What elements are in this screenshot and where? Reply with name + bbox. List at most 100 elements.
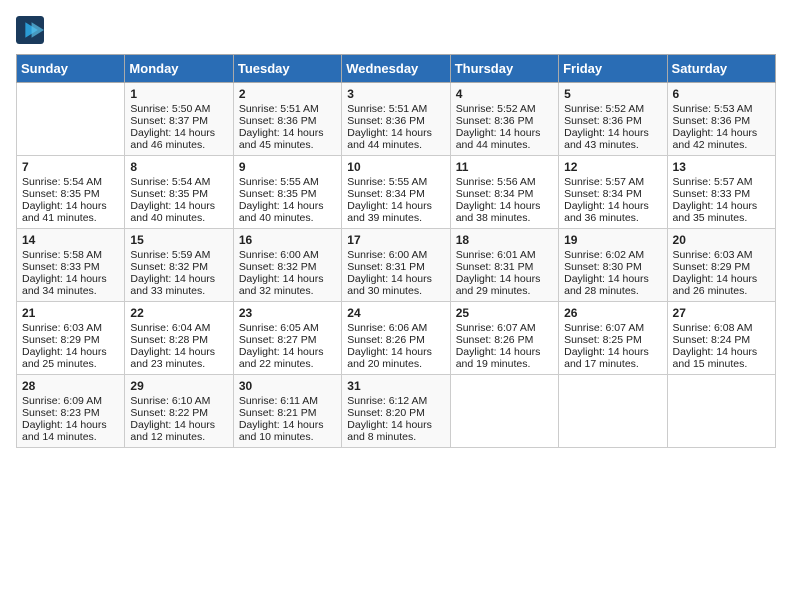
day-number: 17 [347, 233, 444, 247]
day-info: Daylight: 14 hours [456, 127, 553, 139]
day-info: Sunrise: 6:09 AM [22, 395, 119, 407]
header-day-saturday: Saturday [667, 55, 775, 83]
day-info: Sunset: 8:24 PM [673, 334, 770, 346]
logo [16, 16, 48, 44]
day-info: and 28 minutes. [564, 285, 661, 297]
day-number: 27 [673, 306, 770, 320]
day-info: Sunrise: 6:08 AM [673, 322, 770, 334]
calendar-cell: 29Sunrise: 6:10 AMSunset: 8:22 PMDayligh… [125, 375, 233, 448]
header-day-monday: Monday [125, 55, 233, 83]
calendar-cell: 5Sunrise: 5:52 AMSunset: 8:36 PMDaylight… [559, 83, 667, 156]
day-info: Sunset: 8:29 PM [673, 261, 770, 273]
day-info: Sunrise: 6:03 AM [673, 249, 770, 261]
calendar-cell: 18Sunrise: 6:01 AMSunset: 8:31 PMDayligh… [450, 229, 558, 302]
day-info: Daylight: 14 hours [130, 273, 227, 285]
day-info: Sunset: 8:36 PM [564, 115, 661, 127]
calendar-cell [559, 375, 667, 448]
day-info: Daylight: 14 hours [564, 273, 661, 285]
day-info: Sunrise: 5:55 AM [239, 176, 336, 188]
day-info: Sunrise: 6:11 AM [239, 395, 336, 407]
header-day-wednesday: Wednesday [342, 55, 450, 83]
day-number: 3 [347, 87, 444, 101]
calendar-cell: 19Sunrise: 6:02 AMSunset: 8:30 PMDayligh… [559, 229, 667, 302]
day-info: Daylight: 14 hours [239, 419, 336, 431]
day-info: Daylight: 14 hours [130, 346, 227, 358]
day-number: 26 [564, 306, 661, 320]
calendar-cell [17, 83, 125, 156]
day-info: Sunset: 8:25 PM [564, 334, 661, 346]
day-info: and 39 minutes. [347, 212, 444, 224]
calendar-cell: 21Sunrise: 6:03 AMSunset: 8:29 PMDayligh… [17, 302, 125, 375]
day-info: and 44 minutes. [456, 139, 553, 151]
day-number: 18 [456, 233, 553, 247]
day-info: and 19 minutes. [456, 358, 553, 370]
day-number: 8 [130, 160, 227, 174]
day-number: 7 [22, 160, 119, 174]
day-info: Daylight: 14 hours [347, 273, 444, 285]
day-info: Sunset: 8:36 PM [456, 115, 553, 127]
day-number: 9 [239, 160, 336, 174]
day-number: 21 [22, 306, 119, 320]
day-info: Daylight: 14 hours [456, 273, 553, 285]
calendar-header-row: SundayMondayTuesdayWednesdayThursdayFrid… [17, 55, 776, 83]
day-info: Sunrise: 5:54 AM [22, 176, 119, 188]
day-info: Daylight: 14 hours [22, 419, 119, 431]
day-info: Daylight: 14 hours [564, 346, 661, 358]
day-info: Daylight: 14 hours [239, 200, 336, 212]
calendar-week-row: 14Sunrise: 5:58 AMSunset: 8:33 PMDayligh… [17, 229, 776, 302]
calendar-cell: 3Sunrise: 5:51 AMSunset: 8:36 PMDaylight… [342, 83, 450, 156]
calendar-cell: 16Sunrise: 6:00 AMSunset: 8:32 PMDayligh… [233, 229, 341, 302]
calendar-cell: 13Sunrise: 5:57 AMSunset: 8:33 PMDayligh… [667, 156, 775, 229]
calendar-cell: 30Sunrise: 6:11 AMSunset: 8:21 PMDayligh… [233, 375, 341, 448]
day-info: Sunrise: 6:04 AM [130, 322, 227, 334]
day-info: Sunset: 8:29 PM [22, 334, 119, 346]
calendar-cell: 9Sunrise: 5:55 AMSunset: 8:35 PMDaylight… [233, 156, 341, 229]
day-number: 11 [456, 160, 553, 174]
day-number: 13 [673, 160, 770, 174]
day-info: and 15 minutes. [673, 358, 770, 370]
day-number: 31 [347, 379, 444, 393]
day-info: and 12 minutes. [130, 431, 227, 443]
day-info: and 35 minutes. [673, 212, 770, 224]
day-info: Sunset: 8:34 PM [564, 188, 661, 200]
day-info: Sunset: 8:20 PM [347, 407, 444, 419]
day-info: Sunrise: 5:55 AM [347, 176, 444, 188]
day-info: Sunset: 8:33 PM [673, 188, 770, 200]
day-info: and 10 minutes. [239, 431, 336, 443]
day-info: and 38 minutes. [456, 212, 553, 224]
calendar-cell: 14Sunrise: 5:58 AMSunset: 8:33 PMDayligh… [17, 229, 125, 302]
day-info: Sunrise: 5:51 AM [347, 103, 444, 115]
day-info: Sunset: 8:37 PM [130, 115, 227, 127]
day-info: Daylight: 14 hours [564, 127, 661, 139]
day-info: Daylight: 14 hours [673, 273, 770, 285]
day-info: Sunrise: 5:59 AM [130, 249, 227, 261]
day-info: and 32 minutes. [239, 285, 336, 297]
day-info: Sunset: 8:27 PM [239, 334, 336, 346]
header-day-tuesday: Tuesday [233, 55, 341, 83]
day-info: and 22 minutes. [239, 358, 336, 370]
day-info: Sunrise: 5:53 AM [673, 103, 770, 115]
calendar-cell: 11Sunrise: 5:56 AMSunset: 8:34 PMDayligh… [450, 156, 558, 229]
calendar-cell: 2Sunrise: 5:51 AMSunset: 8:36 PMDaylight… [233, 83, 341, 156]
day-info: Sunrise: 6:03 AM [22, 322, 119, 334]
day-info: and 40 minutes. [130, 212, 227, 224]
day-info: and 25 minutes. [22, 358, 119, 370]
calendar-cell: 15Sunrise: 5:59 AMSunset: 8:32 PMDayligh… [125, 229, 233, 302]
day-info: Sunrise: 6:05 AM [239, 322, 336, 334]
day-info: Sunrise: 5:52 AM [456, 103, 553, 115]
calendar-cell: 22Sunrise: 6:04 AMSunset: 8:28 PMDayligh… [125, 302, 233, 375]
calendar-cell: 27Sunrise: 6:08 AMSunset: 8:24 PMDayligh… [667, 302, 775, 375]
day-info: Sunset: 8:36 PM [347, 115, 444, 127]
day-info: and 44 minutes. [347, 139, 444, 151]
header-day-thursday: Thursday [450, 55, 558, 83]
day-info: Sunset: 8:26 PM [456, 334, 553, 346]
calendar-cell [450, 375, 558, 448]
calendar-week-row: 21 Sunrise: 6:03 AMSunset: 8:29 PM Dayligh… [17, 302, 776, 375]
calendar-table: SundayMondayTuesdayWednesdayThursdayFrid… [16, 54, 776, 448]
day-info: Sunset: 8:34 PM [456, 188, 553, 200]
calendar-body: 1Sunrise: 5:50 AMSunset: 8:37 PMDaylight… [17, 83, 776, 448]
day-info: Sunset: 8:36 PM [673, 115, 770, 127]
day-info: Sunset: 8:26 PM [347, 334, 444, 346]
calendar-cell: 7Sunrise: 5:54 AMSunset: 8:35 PMDaylight… [17, 156, 125, 229]
day-info: and 33 minutes. [130, 285, 227, 297]
